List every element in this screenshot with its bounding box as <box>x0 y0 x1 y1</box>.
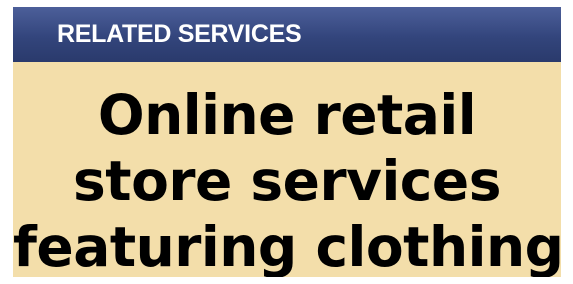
service-text-line-3: featuring clothing <box>13 215 561 277</box>
header-title: RELATED SERVICES <box>57 20 302 48</box>
service-text-line-2: store services <box>73 149 501 213</box>
service-text-line-1: Online retail <box>97 83 477 147</box>
card-header: RELATED SERVICES <box>13 7 561 62</box>
card-body: Online retail store services featuring c… <box>13 62 561 277</box>
related-services-card: RELATED SERVICES Online retail store ser… <box>13 7 561 277</box>
